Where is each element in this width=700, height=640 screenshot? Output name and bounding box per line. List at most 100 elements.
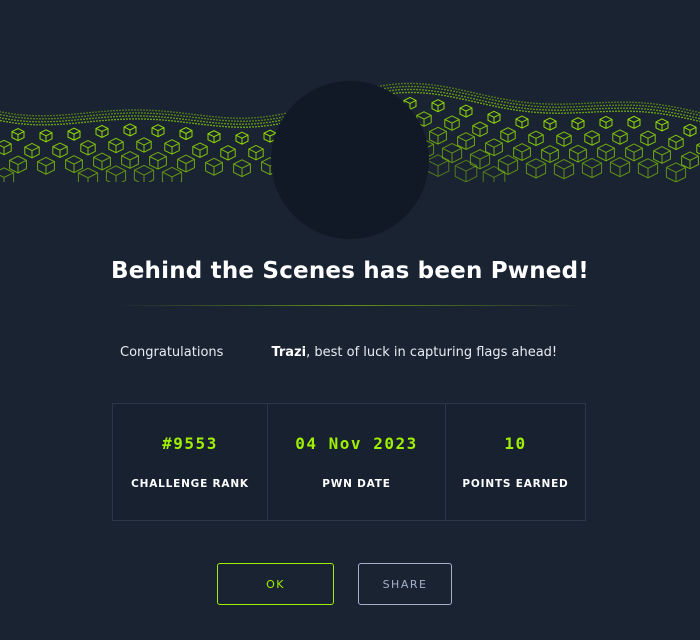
banner-dot xyxy=(509,105,511,108)
banner-dot xyxy=(75,116,77,118)
banner-dot xyxy=(195,116,197,119)
banner-dot xyxy=(263,122,265,124)
banner-dot xyxy=(614,107,616,109)
stats-panel: #9553 CHALLENGE RANK 04 Nov 2023 PWN DAT… xyxy=(112,403,586,521)
banner-dot xyxy=(147,118,149,120)
banner-dot xyxy=(621,110,623,112)
banner-dot xyxy=(402,85,404,88)
banner-dot xyxy=(441,88,443,90)
banner-dot xyxy=(252,120,254,122)
banner-dot xyxy=(191,119,193,122)
banner-dot xyxy=(245,123,247,125)
banner-dot xyxy=(206,121,208,123)
banner-dot xyxy=(38,121,40,123)
banner-dot xyxy=(264,119,266,121)
banner-dot xyxy=(530,102,532,104)
banner-dot xyxy=(420,91,422,94)
banner-dot xyxy=(413,82,415,85)
banner-dot xyxy=(240,120,242,122)
banner-dot xyxy=(51,123,53,126)
banner-dot xyxy=(200,114,202,117)
share-button[interactable]: SHARE xyxy=(358,563,452,605)
banner-dot xyxy=(254,116,256,119)
banner-dot xyxy=(633,104,635,107)
banner-dot xyxy=(272,120,274,123)
banner-dot xyxy=(620,107,622,109)
banner-dot xyxy=(588,105,590,108)
banner-dot xyxy=(209,121,211,124)
banner-dot xyxy=(41,115,43,117)
banner-dot xyxy=(485,100,487,103)
banner-dot xyxy=(255,125,257,128)
ok-button[interactable]: OK xyxy=(217,563,334,605)
banner-dot xyxy=(17,119,19,122)
banner-dot xyxy=(98,116,100,119)
banner-dot xyxy=(584,102,586,105)
banner-dot xyxy=(69,122,71,125)
banner-dot xyxy=(47,120,49,123)
banner-dot xyxy=(231,120,233,122)
banner-dot xyxy=(245,117,247,119)
banner-dot xyxy=(78,115,80,118)
banner-dot xyxy=(222,119,224,122)
banner-dot xyxy=(500,97,502,100)
banner-dot xyxy=(404,82,406,85)
banner-dot xyxy=(558,106,560,108)
banner-dot xyxy=(431,84,433,86)
banner-dot xyxy=(603,110,605,113)
banner-dot xyxy=(635,107,637,110)
banner-dot xyxy=(2,111,4,114)
banner-dot xyxy=(647,108,649,111)
banner-dot xyxy=(267,118,269,121)
banner-dot xyxy=(623,107,625,109)
banner-dot xyxy=(411,91,413,94)
banner-dot xyxy=(566,109,568,111)
banner-dot xyxy=(146,109,148,111)
banner-dot xyxy=(33,123,35,126)
banner-dot xyxy=(149,109,151,112)
banner-dot xyxy=(141,118,143,120)
banner-dot xyxy=(422,89,424,91)
banner-dot xyxy=(225,125,227,128)
banner-dot xyxy=(524,107,526,110)
banner-dot xyxy=(29,120,31,123)
banner-dot xyxy=(165,119,167,122)
banner-dot xyxy=(462,98,464,100)
banner-dot xyxy=(392,89,394,92)
banner-dot xyxy=(176,117,178,120)
banner-dot xyxy=(537,111,539,114)
banner-dot xyxy=(632,107,634,110)
banner-dot xyxy=(189,122,191,124)
banner-dot xyxy=(56,120,58,123)
banner-dot xyxy=(575,102,577,105)
banner-dot xyxy=(180,121,182,123)
banner-dot xyxy=(129,112,131,114)
banner-dot xyxy=(447,95,449,97)
banner-dot xyxy=(150,112,152,115)
banner-dot xyxy=(420,85,422,88)
banner-dot xyxy=(144,118,146,120)
banner-dot xyxy=(671,111,673,114)
banner-dot xyxy=(548,103,550,105)
banner-dot xyxy=(257,122,259,125)
pwned-modal: Behind the Scenes has been Pwned! Congra… xyxy=(0,0,700,640)
banner-dot xyxy=(230,123,232,125)
banner-dot xyxy=(653,109,655,111)
banner-dot xyxy=(665,104,667,107)
banner-dot xyxy=(96,120,98,122)
banner-dot xyxy=(513,102,515,105)
banner-dot xyxy=(476,92,478,95)
banner-dot xyxy=(497,103,499,105)
banner-dot xyxy=(471,94,473,96)
banner-dot xyxy=(30,123,32,126)
banner-dot xyxy=(20,114,22,116)
banner-dot xyxy=(401,88,403,91)
banner-dot xyxy=(639,104,641,107)
banner-dot xyxy=(179,118,181,120)
banner-dot xyxy=(197,114,199,116)
banner-dot xyxy=(573,112,575,114)
banner-dot xyxy=(623,101,625,103)
banner-dot xyxy=(536,102,538,105)
banner-dot xyxy=(260,122,262,125)
banner-dot xyxy=(483,103,485,105)
